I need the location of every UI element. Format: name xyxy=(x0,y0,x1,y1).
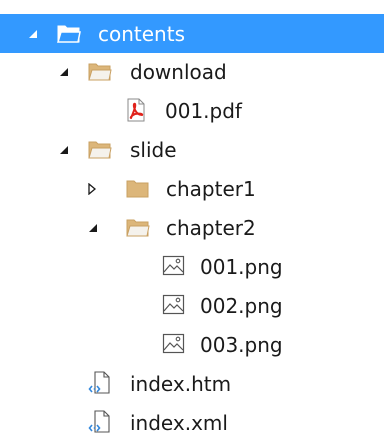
tree-item-label: 002.png xyxy=(200,294,283,318)
tree-item-contents[interactable]: contents xyxy=(0,14,384,53)
expanded-arrow-icon[interactable] xyxy=(55,130,73,169)
tree-item-chapter1[interactable]: chapter1 xyxy=(0,169,384,208)
file-tree: contents download 001.pdf slide chapter1… xyxy=(0,0,384,444)
folder-open-icon xyxy=(88,61,112,81)
expanded-arrow-icon[interactable] xyxy=(24,14,42,53)
tree-item-chapter2[interactable]: chapter2 xyxy=(0,208,384,247)
web-file-icon xyxy=(88,371,112,395)
tree-item-label: 003.png xyxy=(200,333,283,357)
image-file-icon xyxy=(162,255,186,277)
collapsed-arrow-icon[interactable] xyxy=(83,169,101,208)
expanded-arrow-icon[interactable] xyxy=(84,208,102,247)
tree-item-pdf[interactable]: 001.pdf xyxy=(0,91,384,130)
tree-item-slide[interactable]: slide xyxy=(0,130,384,169)
tree-item-label: slide xyxy=(130,138,177,162)
tree-item-download[interactable]: download xyxy=(0,52,384,91)
tree-item-index-xml[interactable]: index.xml xyxy=(0,403,384,442)
tree-item-label: index.xml xyxy=(130,411,228,435)
tree-item-png-003[interactable]: 003.png xyxy=(0,325,384,364)
tree-item-label: 001.png xyxy=(200,255,283,279)
tree-item-label: 001.pdf xyxy=(165,99,242,123)
folder-open-icon xyxy=(56,23,81,43)
image-file-icon xyxy=(162,294,186,316)
tree-item-index-htm[interactable]: index.htm xyxy=(0,364,384,403)
tree-item-label: chapter2 xyxy=(166,216,256,240)
folder-closed-icon xyxy=(126,178,150,198)
expanded-arrow-icon[interactable] xyxy=(55,52,73,91)
tree-item-png-002[interactable]: 002.png xyxy=(0,286,384,325)
tree-item-png-001[interactable]: 001.png xyxy=(0,247,384,286)
tree-item-label: chapter1 xyxy=(166,177,256,201)
folder-open-icon xyxy=(88,139,112,159)
tree-item-label: contents xyxy=(98,22,185,46)
web-file-icon xyxy=(88,410,112,434)
tree-item-label: download xyxy=(130,60,227,84)
image-file-icon xyxy=(162,333,186,355)
folder-open-icon xyxy=(126,217,150,237)
tree-item-label: index.htm xyxy=(130,372,232,396)
pdf-file-icon xyxy=(125,98,147,122)
